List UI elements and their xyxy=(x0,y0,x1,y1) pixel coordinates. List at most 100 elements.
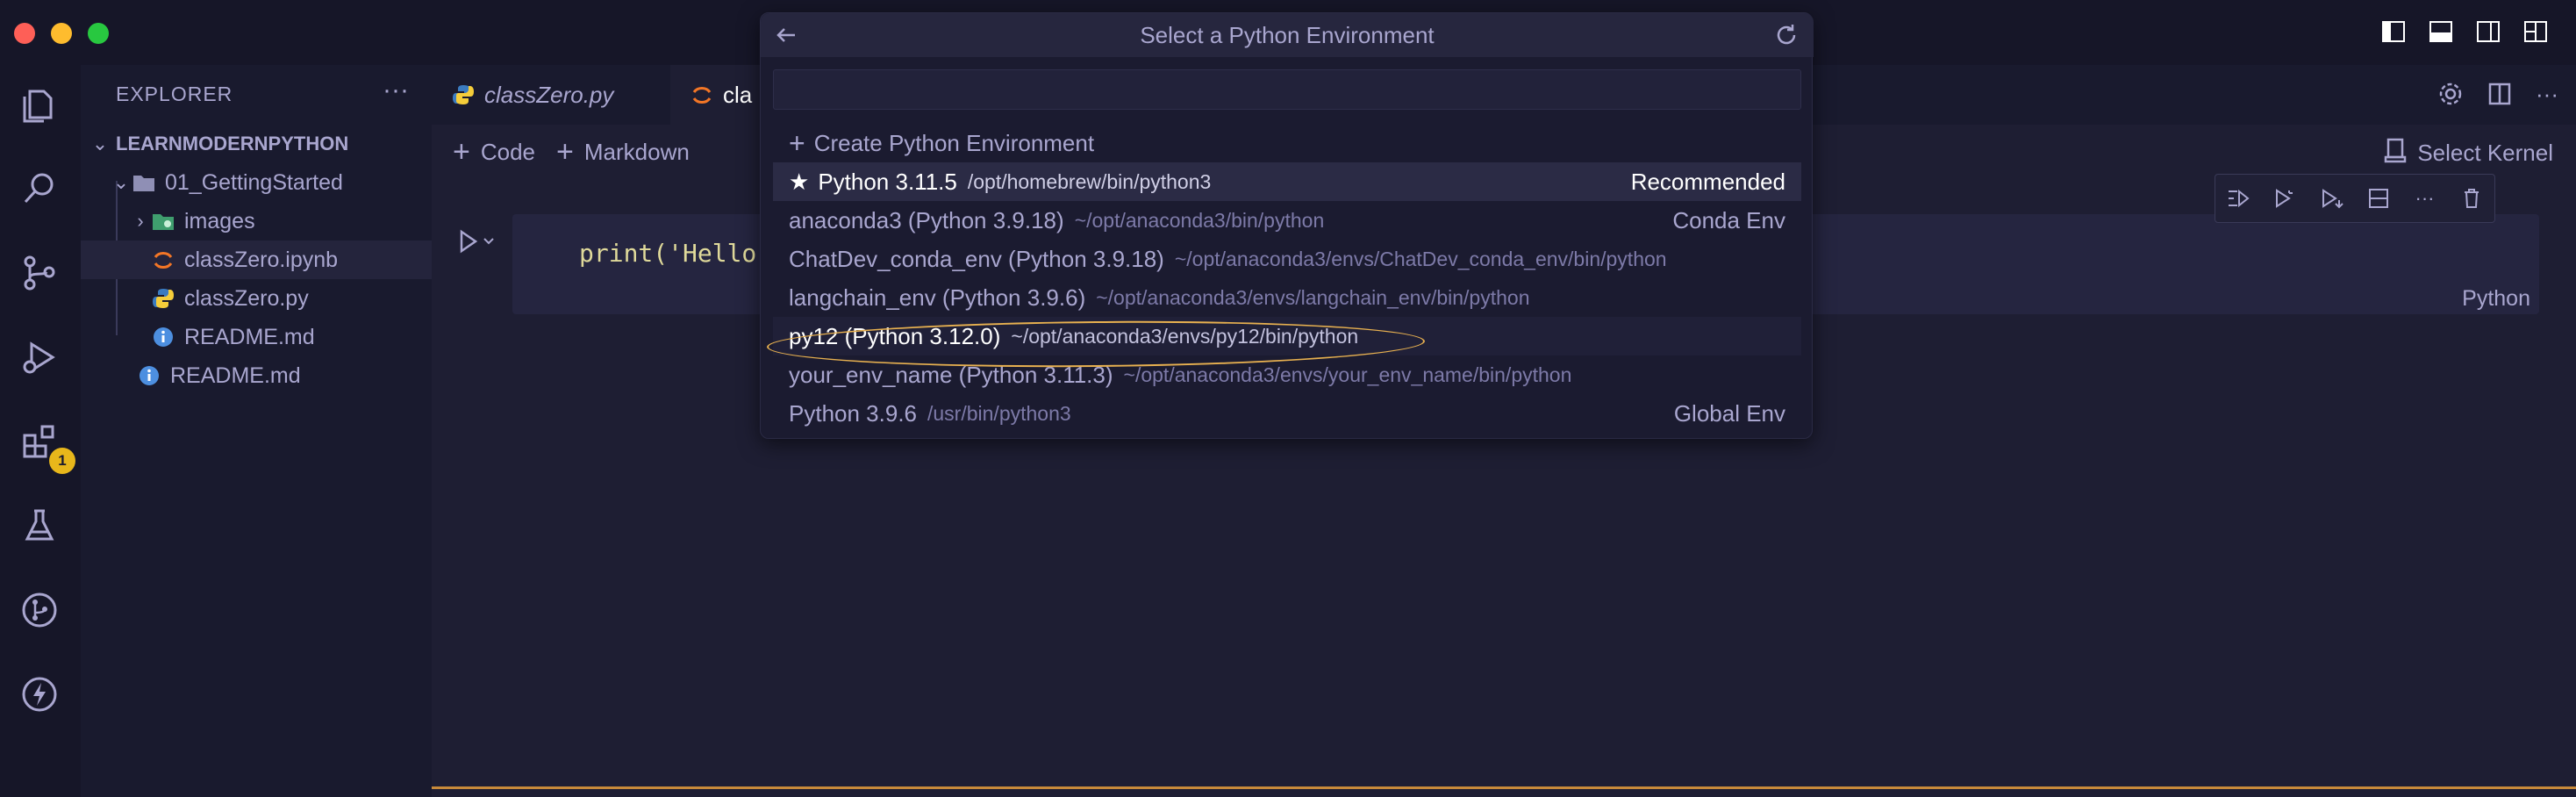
extensions-badge: 1 xyxy=(49,448,75,474)
folder-open-icon xyxy=(132,170,156,195)
environment-item[interactable]: py12 (Python 3.12.0) ~/opt/anaconda3/env… xyxy=(773,317,1801,355)
source-control-icon[interactable] xyxy=(14,248,65,298)
environment-item[interactable]: anaconda3 (Python 3.9.18) ~/opt/anaconda… xyxy=(773,201,1801,240)
button-label: Code xyxy=(480,138,536,165)
cell-code[interactable]: print('Hello xyxy=(579,239,756,268)
tab-label: classZero.py xyxy=(484,81,614,108)
tab-classzero-py[interactable]: classZero.py xyxy=(432,65,670,125)
run-by-line-icon[interactable] xyxy=(2225,184,2253,212)
trash-icon[interactable] xyxy=(2458,184,2486,212)
kernel-icon xyxy=(2384,137,2407,169)
jupyter-icon xyxy=(690,83,714,107)
tree-root-folder[interactable]: ⌄ LEARNMODERNPYTHON xyxy=(81,125,432,163)
chevron-down-icon: ⌄ xyxy=(112,171,130,193)
toggle-primary-sidebar-icon[interactable] xyxy=(2379,18,2408,46)
split-cell-icon[interactable] xyxy=(2365,184,2393,212)
tree-item-label: images xyxy=(184,208,255,233)
execute-above-icon[interactable] xyxy=(2272,184,2300,212)
toggle-secondary-sidebar-icon[interactable] xyxy=(2474,18,2502,46)
environment-name: ChatDev_conda_env (Python 3.9.18) xyxy=(789,245,1164,272)
environment-tag: Conda Env xyxy=(1672,206,1785,233)
search-icon[interactable] xyxy=(14,163,65,214)
explorer-icon[interactable] xyxy=(14,81,65,132)
select-kernel-button[interactable]: Select Kernel xyxy=(2384,137,2553,169)
activity-bar: 1 xyxy=(0,65,81,797)
tree-item-file-python[interactable]: classZero.py xyxy=(81,279,432,318)
jupyter-icon xyxy=(151,248,175,272)
sidebar-more-icon[interactable]: ··· xyxy=(383,75,409,105)
item-label: Create Python Environment xyxy=(813,129,1095,156)
environment-item[interactable]: ChatDev_conda_env (Python 3.9.18) ~/opt/… xyxy=(773,240,1801,278)
environment-path: ~/opt/anaconda3/envs/ChatDev_conda_env/b… xyxy=(1174,247,1667,270)
environment-name: anaconda3 (Python 3.9.18) xyxy=(789,206,1064,233)
tab-label: cla xyxy=(723,81,753,108)
environment-tag: Recommended xyxy=(1630,168,1785,195)
picker-search-input[interactable] xyxy=(773,69,1801,110)
tree-item-label: README.md xyxy=(184,324,315,349)
tree-item-label: classZero.py xyxy=(184,285,309,311)
execute-below-icon[interactable] xyxy=(2318,184,2346,212)
tree-item-file-readme-root[interactable]: README.md xyxy=(81,356,432,395)
close-window-button[interactable] xyxy=(14,23,35,44)
explorer-sidebar: EXPLORER ··· ⌄ LEARNMODERNPYTHON ⌄ 01_Ge… xyxy=(81,65,432,797)
python-icon xyxy=(151,286,175,311)
testing-icon[interactable] xyxy=(14,500,65,551)
git-graph-icon[interactable] xyxy=(14,585,65,635)
environment-item[interactable]: ★ Python 3.11.5 /opt/homebrew/bin/python… xyxy=(773,162,1801,201)
tree-item-file-notebook[interactable]: classZero.ipynb xyxy=(81,241,432,279)
environment-item[interactable]: Python 3.9.6 /usr/bin/python3 Global Env xyxy=(773,394,1801,433)
tree-item-folder-images[interactable]: › images xyxy=(81,202,432,241)
tree-item-label: README.md xyxy=(170,363,301,388)
environment-path: /opt/homebrew/bin/python3 xyxy=(967,169,1212,193)
environment-path: ~/opt/anaconda3/envs/langchain_env/bin/p… xyxy=(1096,285,1530,309)
cell-language-label[interactable]: Python xyxy=(2462,286,2530,312)
environment-path: ~/opt/anaconda3/envs/your_env_name/bin/p… xyxy=(1123,363,1572,386)
plus-icon: + xyxy=(453,134,470,169)
picker-title-bar: Select a Python Environment xyxy=(761,13,1814,57)
star-icon: ★ xyxy=(789,168,810,195)
button-label: Markdown xyxy=(583,138,690,165)
plus-icon: + xyxy=(556,134,574,169)
customize-layout-icon[interactable] xyxy=(2522,18,2550,46)
picker-title: Select a Python Environment xyxy=(1140,21,1435,48)
environment-name: Python 3.9.6 xyxy=(789,399,917,427)
lightning-icon[interactable] xyxy=(14,669,65,720)
minimize-window-button[interactable] xyxy=(51,23,72,44)
environment-name: py12 (Python 3.12.0) xyxy=(789,322,1001,349)
back-arrow-icon[interactable] xyxy=(771,20,801,50)
info-icon xyxy=(137,363,161,388)
add-code-cell-button[interactable]: + Code xyxy=(453,135,535,169)
tree-item-label: classZero.ipynb xyxy=(184,247,339,272)
run-cell-button[interactable] xyxy=(458,219,502,263)
tab-classzero-ipynb[interactable]: cla xyxy=(670,65,767,125)
toggle-panel-icon[interactable] xyxy=(2427,18,2455,46)
add-markdown-cell-button[interactable]: + Markdown xyxy=(556,135,690,169)
tree-item-label: 01_GettingStarted xyxy=(165,169,343,195)
create-environment-item[interactable]: + Create Python Environment xyxy=(773,124,1801,162)
environment-name: Python 3.11.5 xyxy=(818,168,957,195)
sidebar-title: EXPLORER xyxy=(116,83,233,105)
more-actions-icon[interactable]: ··· xyxy=(2536,81,2558,111)
editor-bottom-border xyxy=(432,786,2576,789)
python-icon xyxy=(451,83,476,107)
images-folder-icon xyxy=(151,209,175,233)
refresh-icon[interactable] xyxy=(1771,20,1801,50)
environment-item[interactable]: langchain_env (Python 3.9.6) ~/opt/anaco… xyxy=(773,278,1801,317)
cell-toolbar: ··· xyxy=(2215,174,2495,223)
split-editor-icon[interactable] xyxy=(2487,81,2513,111)
chevron-down-icon: ⌄ xyxy=(91,133,109,154)
tree-item-file-readme-nested[interactable]: README.md xyxy=(81,318,432,356)
tree-item-folder-gettingstarted[interactable]: ⌄ 01_GettingStarted xyxy=(81,163,432,202)
chevron-right-icon: › xyxy=(137,210,144,232)
environment-name: your_env_name (Python 3.11.3) xyxy=(789,361,1113,388)
environment-path: /usr/bin/python3 xyxy=(927,401,1071,425)
maximize-window-button[interactable] xyxy=(88,23,109,44)
environment-name: langchain_env (Python 3.9.6) xyxy=(789,284,1086,311)
more-cell-actions-icon[interactable]: ··· xyxy=(2411,184,2439,212)
environment-path: ~/opt/anaconda3/bin/python xyxy=(1074,208,1325,232)
run-debug-icon[interactable] xyxy=(14,332,65,383)
layout-controls xyxy=(2379,18,2550,46)
extensions-icon[interactable]: 1 xyxy=(14,416,75,474)
environment-item[interactable]: your_env_name (Python 3.11.3) ~/opt/anac… xyxy=(773,355,1801,394)
gear-icon[interactable] xyxy=(2437,81,2464,111)
